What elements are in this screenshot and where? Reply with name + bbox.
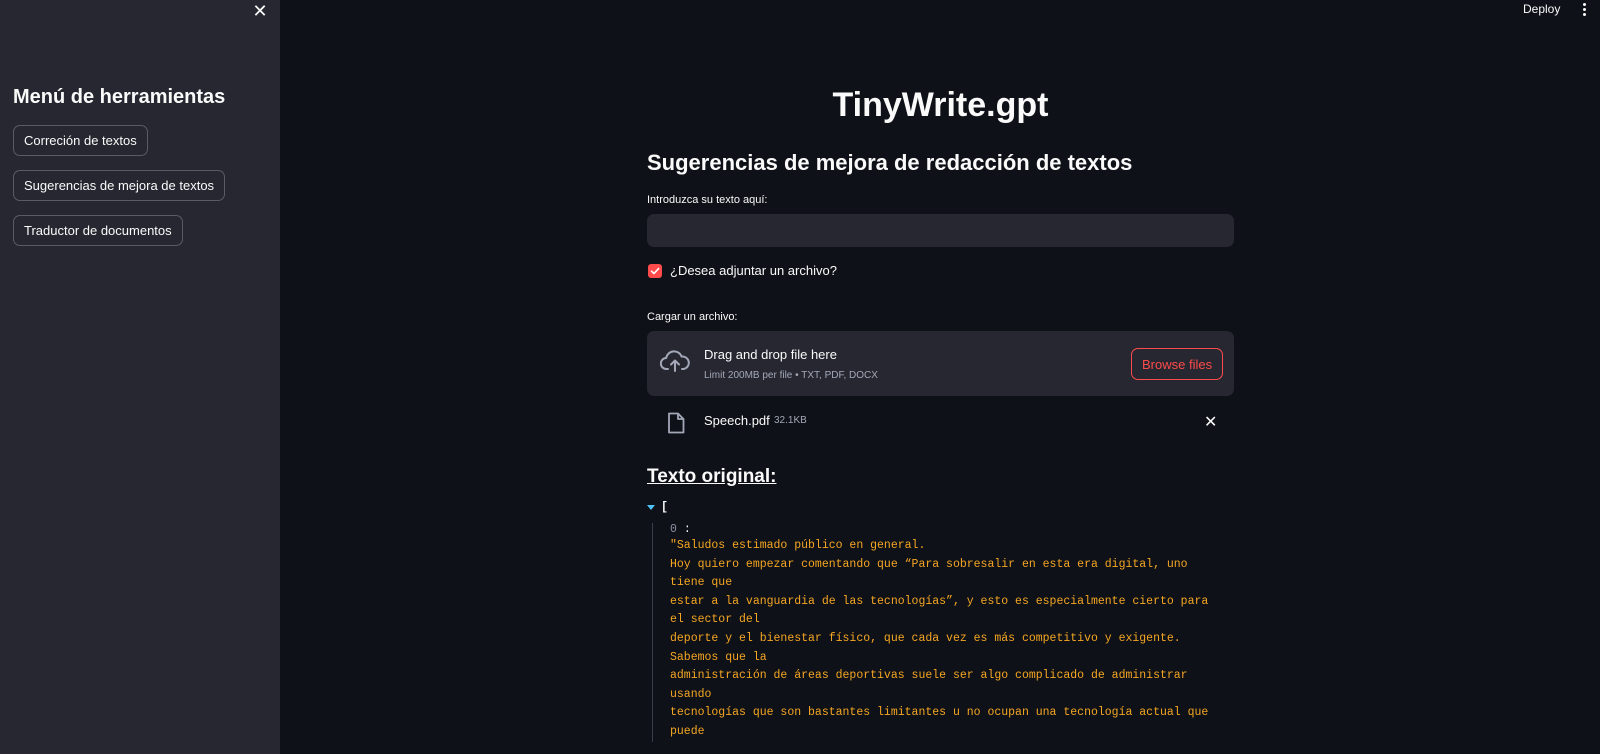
remove-file-icon[interactable]: ✕ bbox=[1204, 412, 1217, 432]
text-input[interactable] bbox=[647, 214, 1234, 247]
page-subtitle: Sugerencias de mejora de redacción de te… bbox=[647, 150, 1133, 175]
text-input-label: Introduzca su texto aquí: bbox=[647, 194, 768, 206]
file-dropzone[interactable]: Drag and drop file here Limit 200MB per … bbox=[647, 331, 1234, 396]
deploy-button[interactable]: Deploy bbox=[1523, 2, 1560, 16]
attach-checkbox-label: ¿Desea adjuntar un archivo? bbox=[670, 263, 837, 278]
original-text-heading: Texto original: bbox=[647, 466, 777, 487]
attach-checkbox[interactable] bbox=[648, 263, 662, 278]
uploader-label: Cargar un archivo: bbox=[647, 311, 738, 323]
cloud-upload-icon bbox=[659, 349, 690, 380]
collapse-toggle-icon[interactable] bbox=[647, 505, 655, 510]
sidebar-item-traductor[interactable]: Traductor de documentos bbox=[13, 215, 183, 246]
uploaded-file-name: Speech.pdf bbox=[704, 413, 770, 428]
close-sidebar-icon[interactable]: ✕ bbox=[250, 1, 270, 21]
json-children: 0 : "Saludos estimado público en general… bbox=[652, 523, 1222, 742]
dropzone-limit: Limit 200MB per file • TXT, PDF, DOCX bbox=[704, 370, 878, 381]
attach-checkbox-row[interactable]: ¿Desea adjuntar un archivo? bbox=[648, 263, 837, 278]
page-title: TinyWrite.gpt bbox=[832, 86, 1049, 124]
json-string-value: "Saludos estimado público en general. Ho… bbox=[670, 539, 1209, 738]
dropzone-title: Drag and drop file here bbox=[704, 347, 837, 362]
sidebar-item-correccion[interactable]: Correción de textos bbox=[13, 125, 148, 156]
check-icon bbox=[650, 267, 660, 274]
file-icon bbox=[667, 412, 685, 439]
vertical-dots-icon[interactable] bbox=[1578, 0, 1590, 18]
json-key: 0 bbox=[670, 523, 677, 536]
sidebar-item-sugerencias[interactable]: Sugerencias de mejora de textos bbox=[13, 170, 226, 201]
json-colon: : bbox=[683, 523, 691, 536]
json-open-bracket: [ bbox=[661, 501, 668, 514]
browse-files-button[interactable]: Browse files bbox=[1131, 348, 1224, 380]
sidebar: ✕ Menú de herramientas Correción de text… bbox=[0, 0, 280, 754]
uploaded-file-row: Speech.pdf 32.1KB ✕ bbox=[647, 410, 1234, 436]
sidebar-title: Menú de herramientas bbox=[13, 86, 226, 108]
uploaded-file-size: 32.1KB bbox=[774, 415, 807, 426]
